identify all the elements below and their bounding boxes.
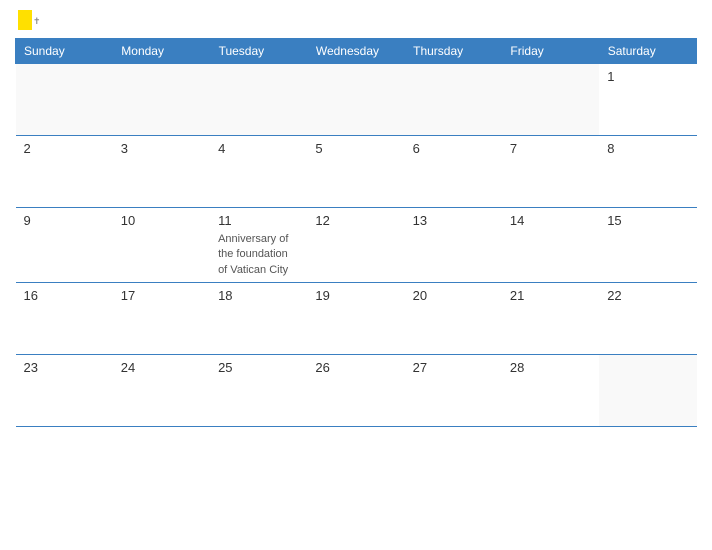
- day-cell: 26: [307, 354, 404, 426]
- day-cell: 5: [307, 136, 404, 208]
- day-number: 10: [121, 213, 202, 228]
- day-number: 8: [607, 141, 688, 156]
- svg-text:✝: ✝: [33, 16, 41, 26]
- week-row-1: 1: [16, 64, 697, 136]
- weekday-friday: Friday: [502, 39, 599, 64]
- weekday-thursday: Thursday: [405, 39, 502, 64]
- day-cell: [599, 354, 696, 426]
- week-row-4: 16 17 18 19 20 21 22: [16, 282, 697, 354]
- day-number: 13: [413, 213, 494, 228]
- day-cell: 1: [599, 64, 696, 136]
- weekday-wednesday: Wednesday: [307, 39, 404, 64]
- day-cell: 19: [307, 282, 404, 354]
- day-number: 21: [510, 288, 591, 303]
- day-cell: 4: [210, 136, 307, 208]
- day-cell: 8: [599, 136, 696, 208]
- day-cell: 10: [113, 208, 210, 283]
- day-number: 23: [24, 360, 105, 375]
- week-row-3: 9 10 11 Anniversary of the foundation of Va…: [16, 208, 697, 283]
- day-cell: 20: [405, 282, 502, 354]
- day-number: 9: [24, 213, 105, 228]
- day-cell: 18: [210, 282, 307, 354]
- weekday-monday: Monday: [113, 39, 210, 64]
- day-cell: [113, 64, 210, 136]
- day-cell: [405, 64, 502, 136]
- day-cell: [502, 64, 599, 136]
- day-cell: 14: [502, 208, 599, 283]
- day-cell: 2: [16, 136, 113, 208]
- day-number: 17: [121, 288, 202, 303]
- logo: ✝: [15, 10, 46, 30]
- day-number: 16: [24, 288, 105, 303]
- day-number: 11: [218, 213, 299, 228]
- day-cell: 23: [16, 354, 113, 426]
- day-cell: 12: [307, 208, 404, 283]
- logo-flag-icon: ✝: [18, 10, 46, 30]
- day-number: 6: [413, 141, 494, 156]
- day-number: 19: [315, 288, 396, 303]
- day-cell: 15: [599, 208, 696, 283]
- day-number: 28: [510, 360, 591, 375]
- day-cell: 22: [599, 282, 696, 354]
- weekday-tuesday: Tuesday: [210, 39, 307, 64]
- day-cell: 6: [405, 136, 502, 208]
- day-cell: 25: [210, 354, 307, 426]
- day-number: 4: [218, 141, 299, 156]
- day-number: 18: [218, 288, 299, 303]
- calendar-header: ✝: [15, 10, 697, 30]
- day-number: 2: [24, 141, 105, 156]
- day-cell: 16: [16, 282, 113, 354]
- day-number: 12: [315, 213, 396, 228]
- day-cell: 28: [502, 354, 599, 426]
- day-cell: [210, 64, 307, 136]
- calendar-wrapper: ✝ SundayMondayTuesdayWednesdayThursdayFr…: [0, 0, 712, 550]
- day-cell: 24: [113, 354, 210, 426]
- day-cell: 11 Anniversary of the foundation of Vatic…: [210, 208, 307, 283]
- day-cell: 9: [16, 208, 113, 283]
- day-number: 5: [315, 141, 396, 156]
- day-cell: [307, 64, 404, 136]
- calendar-table: SundayMondayTuesdayWednesdayThursdayFrid…: [15, 38, 697, 427]
- day-cell: 27: [405, 354, 502, 426]
- day-number: 15: [607, 213, 688, 228]
- day-number: 26: [315, 360, 396, 375]
- week-row-5: 23 24 25 26 27 28: [16, 354, 697, 426]
- day-cell: 21: [502, 282, 599, 354]
- day-number: 22: [607, 288, 688, 303]
- event-text: Anniversary of the foundation of Vatican…: [218, 233, 288, 276]
- day-cell: [16, 64, 113, 136]
- week-row-2: 2 3 4 5 6 7 8: [16, 136, 697, 208]
- day-number: 14: [510, 213, 591, 228]
- weekday-saturday: Saturday: [599, 39, 696, 64]
- day-number: 1: [607, 69, 688, 84]
- day-number: 24: [121, 360, 202, 375]
- weekday-sunday: Sunday: [16, 39, 113, 64]
- day-number: 7: [510, 141, 591, 156]
- day-cell: 13: [405, 208, 502, 283]
- day-cell: 7: [502, 136, 599, 208]
- weekday-header-row: SundayMondayTuesdayWednesdayThursdayFrid…: [16, 39, 697, 64]
- day-number: 25: [218, 360, 299, 375]
- day-number: 3: [121, 141, 202, 156]
- day-number: 27: [413, 360, 494, 375]
- day-cell: 17: [113, 282, 210, 354]
- day-number: 20: [413, 288, 494, 303]
- day-cell: 3: [113, 136, 210, 208]
